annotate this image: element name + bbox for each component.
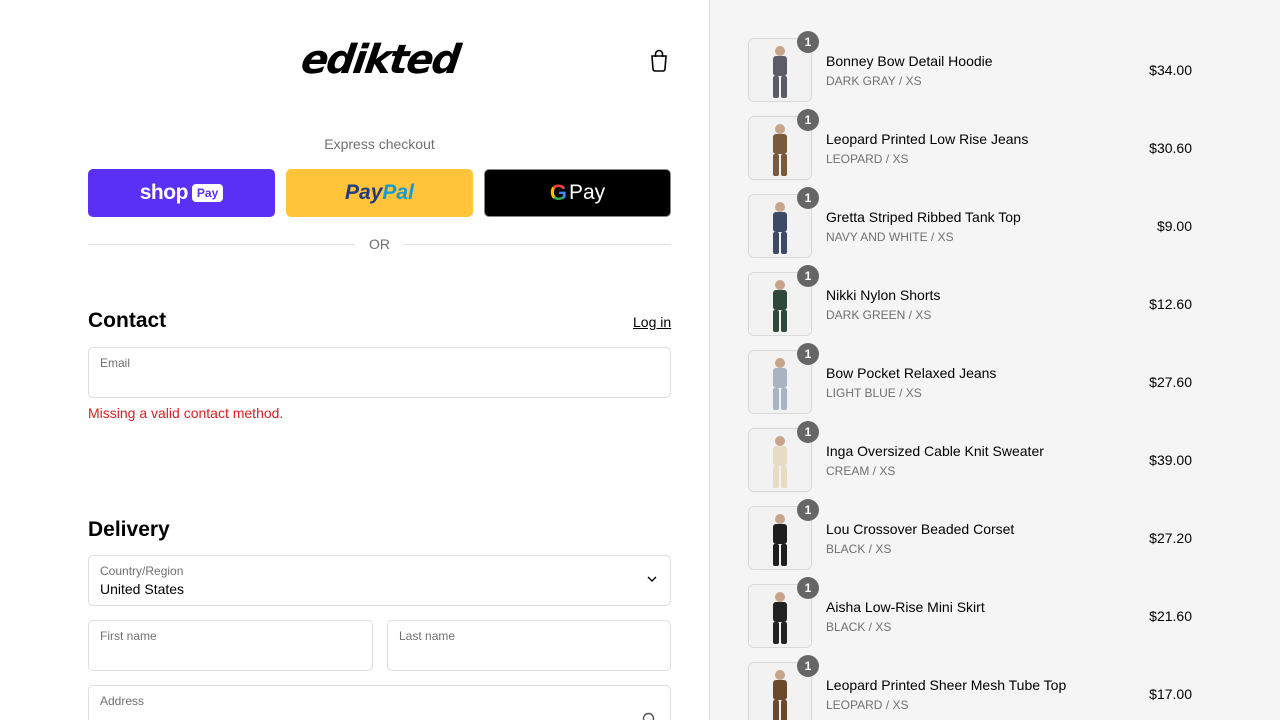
order-summary: 1 Bonney Bow Detail Hoodie DARK GRAY / X… [710,0,1280,720]
brand-logo-text: edikted [298,37,462,83]
contact-heading: Contact [88,309,167,332]
quantity-badge: 1 [797,655,819,677]
product-name: Nikki Nylon Shorts [826,287,941,303]
first-name-label: First name [100,629,157,643]
product-variant: BLACK / XS [826,542,892,556]
login-link[interactable]: Log in [633,314,671,330]
or-divider: OR [88,236,671,252]
product-variant: LEOPARD / XS [826,152,909,166]
cart-button[interactable] [648,48,670,72]
country-select[interactable]: Country/Region United States [88,555,671,606]
order-item: 1 Gretta Striped Ribbed Tank Top NAVY AN… [748,187,1192,258]
paypal-logo: PayPal [345,181,414,204]
order-item: 1 Leopard Printed Sheer Mesh Tube Top LE… [748,655,1192,720]
last-name-label: Last name [399,629,456,643]
product-name: Bow Pocket Relaxed Jeans [826,365,997,381]
product-name: Leopard Printed Low Rise Jeans [826,131,1029,147]
order-item: 1 Nikki Nylon Shorts DARK GREEN / XS $12… [748,265,1192,336]
search-icon [642,712,658,720]
order-item: 1 Bonney Bow Detail Hoodie DARK GRAY / X… [748,31,1192,102]
product-variant: DARK GRAY / XS [826,74,922,88]
address-label: Address [100,694,145,708]
product-price: $27.20 [1149,530,1192,546]
or-text: OR [369,236,390,252]
quantity-badge: 1 [797,421,819,443]
product-variant: NAVY AND WHITE / XS [826,230,954,244]
product-variant: LEOPARD / XS [826,698,909,712]
express-checkout-label: Express checkout [324,136,435,152]
product-price: $27.60 [1149,374,1192,390]
product-price: $17.00 [1149,686,1192,702]
quantity-badge: 1 [797,343,819,365]
quantity-badge: 1 [797,499,819,521]
order-item: 1 Aisha Low-Rise Mini Skirt BLACK / XS $… [748,577,1192,648]
quantity-badge: 1 [797,187,819,209]
product-price: $39.00 [1149,452,1192,468]
order-item: 1 Bow Pocket Relaxed Jeans LIGHT BLUE / … [748,343,1192,414]
order-item-list: 1 Bonney Bow Detail Hoodie DARK GRAY / X… [748,31,1192,720]
product-name: Bonney Bow Detail Hoodie [826,53,993,69]
product-name: Leopard Printed Sheer Mesh Tube Top [826,677,1067,693]
order-item: 1 Leopard Printed Low Rise Jeans LEOPARD… [748,109,1192,180]
product-price: $30.60 [1149,140,1192,156]
order-item: 1 Inga Oversized Cable Knit Sweater CREA… [748,421,1192,492]
last-name-field[interactable]: Last name [387,620,671,671]
shop-pay-button[interactable]: shop Pay [88,169,275,217]
delivery-heading: Delivery [88,518,170,541]
email-field[interactable]: Email [88,347,671,398]
google-g-icon: G [549,180,567,205]
product-price: $34.00 [1149,62,1192,78]
product-name: Gretta Striped Ribbed Tank Top [826,209,1021,225]
product-variant: DARK GREEN / XS [826,308,932,322]
product-price: $12.60 [1149,296,1192,312]
chevron-down-icon [646,572,658,590]
checkout-main: edikted Express checkout shop Pay PayPal… [0,0,710,720]
product-name: Lou Crossover Beaded Corset [826,521,1015,537]
first-name-field[interactable]: First name [88,620,373,671]
product-name: Aisha Low-Rise Mini Skirt [826,599,985,615]
country-value: United States [100,581,185,597]
quantity-badge: 1 [797,31,819,53]
contact-error-message: Missing a valid contact method. [88,405,284,421]
google-pay-button[interactable]: G Pay [484,169,671,217]
product-variant: LIGHT BLUE / XS [826,386,922,400]
shop-pay-pill: Pay [191,184,224,202]
country-label: Country/Region [100,564,184,578]
order-item: 1 Lou Crossover Beaded Corset BLACK / XS… [748,499,1192,570]
product-name: Inga Oversized Cable Knit Sweater [826,443,1044,459]
shop-pay-word: shop [139,181,189,204]
product-variant: BLACK / XS [826,620,892,634]
address-field[interactable]: Address [88,685,671,720]
product-price: $21.60 [1149,608,1192,624]
brand-logo[interactable]: edikted [294,36,466,84]
google-pay-logo: G Pay [549,180,606,205]
product-price: $9.00 [1156,218,1192,234]
email-label: Email [100,356,131,370]
shopping-bag-icon [651,49,667,72]
quantity-badge: 1 [797,109,819,131]
product-variant: CREAM / XS [826,464,896,478]
quantity-badge: 1 [797,577,819,599]
quantity-badge: 1 [797,265,819,287]
paypal-button[interactable]: PayPal [286,169,473,217]
